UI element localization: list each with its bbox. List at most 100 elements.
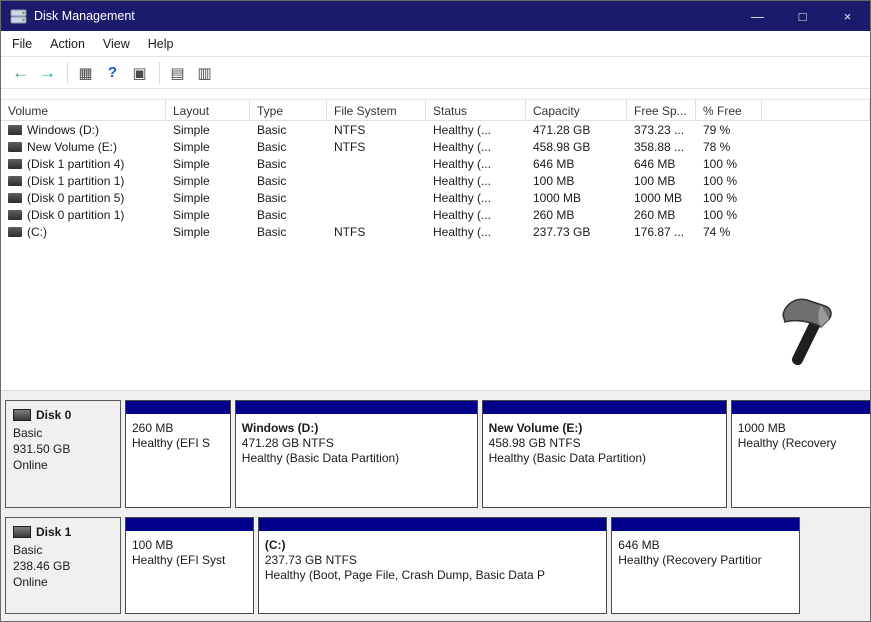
partition-size: 646 MB — [618, 538, 792, 553]
cell-status: Healthy (... — [426, 191, 526, 205]
column-header-status[interactable]: Status — [426, 100, 526, 120]
help-icon[interactable]: ? — [100, 61, 125, 85]
disk-name: Disk 0 — [36, 407, 71, 423]
volume-name: (Disk 0 partition 5) — [27, 191, 124, 205]
table-row[interactable]: (Disk 0 partition 5) Simple Basic Health… — [1, 189, 870, 206]
table-row[interactable]: Windows (D:) Simple Basic NTFS Healthy (… — [1, 121, 870, 138]
partition-title: Windows (D:) — [242, 421, 471, 436]
column-header-layout[interactable]: Layout — [166, 100, 250, 120]
column-header-extra — [762, 100, 870, 120]
volume-icon — [8, 193, 22, 203]
volume-icon — [8, 210, 22, 220]
cell-capacity: 646 MB — [526, 157, 627, 171]
cell-capacity: 1000 MB — [526, 191, 627, 205]
disk-icon — [13, 409, 31, 421]
toolbar-separator — [67, 62, 68, 84]
column-header-volume[interactable]: Volume — [1, 100, 166, 120]
properties-icon[interactable]: ▥ — [192, 61, 217, 85]
disk-kind: Basic — [13, 425, 113, 441]
partition-new-volume-e[interactable]: New Volume (E:) 458.98 GB NTFS Healthy (… — [482, 400, 727, 508]
partition-recovery-disk1[interactable]: 646 MB Healthy (Recovery Partitior — [611, 517, 799, 614]
cell-free-space: 100 MB — [627, 174, 696, 188]
action-pane-icon[interactable]: ▣ — [127, 61, 152, 85]
partition-windows-d[interactable]: Windows (D:) 471.28 GB NTFS Healthy (Bas… — [235, 400, 478, 508]
partition-color-bar — [236, 401, 477, 414]
cell-pct-free: 100 % — [696, 191, 762, 205]
column-header-free-space[interactable]: Free Sp... — [627, 100, 696, 120]
cell-layout: Simple — [166, 208, 250, 222]
partition-label: 260 MB Healthy (EFI S — [126, 414, 230, 451]
table-row[interactable]: (Disk 1 partition 4) Simple Basic Health… — [1, 155, 870, 172]
menubar: File Action View Help — [1, 31, 870, 57]
table-row[interactable]: (Disk 1 partition 1) Simple Basic Health… — [1, 172, 870, 189]
close-button[interactable]: × — [825, 1, 870, 31]
partition-health: Healthy (EFI S — [132, 436, 224, 451]
partition-color-bar — [732, 401, 871, 414]
partition-size: 458.98 GB NTFS — [489, 436, 720, 451]
cell-free-space: 260 MB — [627, 208, 696, 222]
cell-file-system: NTFS — [327, 140, 426, 154]
partition-size: 100 MB — [132, 538, 247, 553]
cell-pct-free: 79 % — [696, 123, 762, 137]
volume-icon — [8, 227, 22, 237]
partition-size: 471.28 GB NTFS — [242, 436, 471, 451]
disk-size: 931.50 GB — [13, 441, 113, 457]
cell-free-space: 358.88 ... — [627, 140, 696, 154]
column-header-capacity[interactable]: Capacity — [526, 100, 627, 120]
cell-pct-free: 100 % — [696, 174, 762, 188]
partition-health: Healthy (Basic Data Partition) — [242, 451, 471, 466]
volume-name: New Volume (E:) — [27, 140, 117, 154]
minimize-button[interactable]: — — [735, 1, 780, 31]
disk0-info-panel[interactable]: Disk 0 Basic 931.50 GB Online — [5, 400, 121, 508]
volume-name: (Disk 1 partition 1) — [27, 174, 124, 188]
partition-color-bar — [126, 401, 230, 414]
column-header-file-system[interactable]: File System — [327, 100, 426, 120]
console-tree-icon[interactable]: ▦ — [73, 61, 98, 85]
table-row[interactable]: (C:) Simple Basic NTFS Healthy (... 237.… — [1, 223, 870, 240]
menu-item-file[interactable]: File — [3, 31, 41, 56]
partition-color-bar — [259, 518, 606, 531]
volume-icon — [8, 125, 22, 135]
maximize-button[interactable]: □ — [780, 1, 825, 31]
volume-name: (C:) — [27, 225, 47, 239]
menu-item-help[interactable]: Help — [139, 31, 183, 56]
table-row[interactable]: (Disk 0 partition 1) Simple Basic Health… — [1, 206, 870, 223]
partition-efi-disk0[interactable]: 260 MB Healthy (EFI S — [125, 400, 231, 508]
disk1-info-panel[interactable]: Disk 1 Basic 238.46 GB Online — [5, 517, 121, 614]
cell-layout: Simple — [166, 123, 250, 137]
volume-list: Volume Layout Type File System Status Ca… — [1, 90, 870, 389]
partition-title: New Volume (E:) — [489, 421, 720, 436]
volume-name: Windows (D:) — [27, 123, 99, 137]
cell-capacity: 237.73 GB — [526, 225, 627, 239]
cell-type: Basic — [250, 208, 327, 222]
column-header-type[interactable]: Type — [250, 100, 327, 120]
cell-status: Healthy (... — [426, 208, 526, 222]
menu-item-view[interactable]: View — [94, 31, 139, 56]
partition-recovery-disk0[interactable]: 1000 MB Healthy (Recovery — [731, 400, 871, 508]
table-row[interactable]: New Volume (E:) Simple Basic NTFS Health… — [1, 138, 870, 155]
partition-size: 1000 MB — [738, 421, 871, 436]
partition-efi-disk1[interactable]: 100 MB Healthy (EFI Syst — [125, 517, 254, 614]
cell-capacity: 260 MB — [526, 208, 627, 222]
partition-color-bar — [483, 401, 726, 414]
disk1-row: Disk 1 Basic 238.46 GB Online 100 MB Hea… — [5, 517, 870, 614]
partition-label: (C:) 237.73 GB NTFS Healthy (Boot, Page … — [259, 531, 606, 583]
cell-type: Basic — [250, 191, 327, 205]
app-icon — [10, 9, 27, 24]
partition-health: Healthy (EFI Syst — [132, 553, 247, 568]
titlebar[interactable]: Disk Management — □ × — [1, 1, 870, 31]
menu-item-action[interactable]: Action — [41, 31, 94, 56]
disk0-partitions: 260 MB Healthy (EFI S Windows (D:) 471.2… — [125, 400, 870, 508]
partition-c[interactable]: (C:) 237.73 GB NTFS Healthy (Boot, Page … — [258, 517, 607, 614]
cell-status: Healthy (... — [426, 225, 526, 239]
forward-arrow-icon[interactable]: → — [35, 61, 60, 85]
partition-label: New Volume (E:) 458.98 GB NTFS Healthy (… — [483, 414, 726, 466]
cell-status: Healthy (... — [426, 140, 526, 154]
back-arrow-icon[interactable]: ← — [8, 61, 33, 85]
column-header-pct-free[interactable]: % Free — [696, 100, 762, 120]
cell-file-system: NTFS — [327, 123, 426, 137]
volume-name: (Disk 1 partition 4) — [27, 157, 124, 171]
disk-icon — [13, 526, 31, 538]
cell-capacity: 458.98 GB — [526, 140, 627, 154]
views-icon[interactable]: ▤ — [165, 61, 190, 85]
